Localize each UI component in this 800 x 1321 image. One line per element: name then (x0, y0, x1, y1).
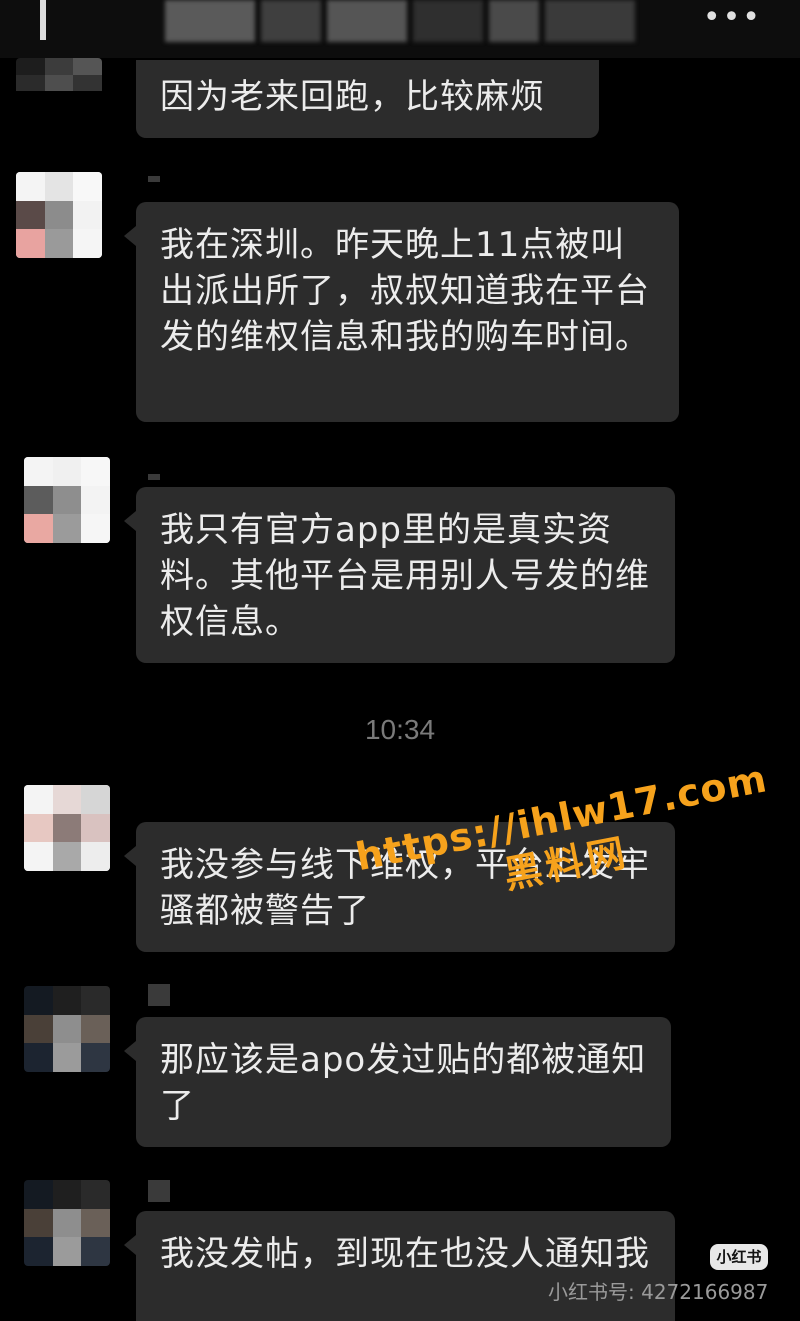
message-bubble: 那应该是apo发过贴的都被通知了 (124, 1017, 671, 1147)
blurred-chat-title (165, 0, 635, 42)
message-text: 那应该是apo发过贴的都被通知了 (160, 1040, 647, 1126)
message-text: 因为老来回跑，比较麻烦 (160, 77, 545, 117)
xiaohongshu-id: 小红书号: 4272166987 (548, 1280, 769, 1304)
sender-name-blur (148, 1180, 170, 1202)
back-icon[interactable] (40, 0, 46, 40)
message-bubble: 我只有官方app里的是真实资料。其他平台是用别人号发的维权信息。 (124, 487, 675, 663)
sender-name-blur (148, 984, 170, 1006)
message-text: 我在深圳。昨天晚上11点被叫出派出所了，叔叔知道我在平台发的维权信息和我的购车时… (160, 225, 650, 357)
message-text: 我没发帖，到现在也没人通知我 (160, 1234, 650, 1274)
message-text: 我只有官方app里的是真实资料。其他平台是用别人号发的维权信息。 (160, 510, 650, 642)
sender-name-blur (148, 474, 160, 480)
avatar[interactable] (16, 172, 102, 258)
avatar[interactable] (24, 785, 110, 871)
avatar[interactable] (24, 1180, 110, 1266)
message-timestamp: 10:34 (364, 714, 436, 745)
avatar[interactable] (16, 58, 102, 108)
sender-name-blur (148, 176, 160, 182)
avatar[interactable] (24, 457, 110, 543)
chat-header: ••• (0, 0, 800, 58)
message-bubble: 因为老来回跑，比较麻烦 (136, 60, 599, 138)
more-dots-icon[interactable]: ••• (703, 3, 762, 33)
avatar[interactable] (24, 986, 110, 1072)
message-bubble: 我在深圳。昨天晚上11点被叫出派出所了，叔叔知道我在平台发的维权信息和我的购车时… (124, 202, 679, 422)
xiaohongshu-logo: 小红书 (710, 1244, 768, 1270)
